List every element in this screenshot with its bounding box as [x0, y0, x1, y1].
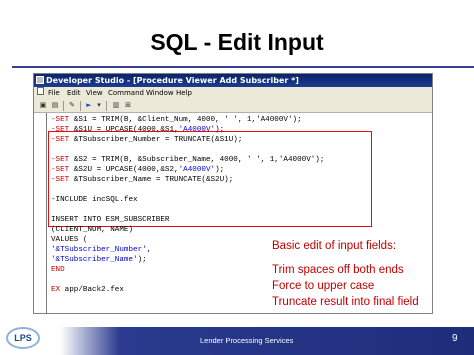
chevron-down-icon[interactable]: ▾	[94, 101, 104, 110]
code-text: app/Back2.fex	[60, 286, 124, 294]
annotation-heading: Basic edit of input fields:	[272, 240, 397, 252]
window-title: Developer Studio - [Procedure Viewer Add…	[46, 76, 299, 85]
code-line[interactable]: VALUES (	[51, 235, 87, 245]
developer-studio-window: Developer Studio - [Procedure Viewer Add…	[33, 73, 433, 314]
code-line[interactable]: -SET &S2 = TRIM(B, &Subscriber_Name, 400…	[51, 155, 324, 165]
code-keyword: -SET	[51, 156, 70, 164]
code-text: &S1 = TRIM(B, &Client_Num, 4000, ' ', 1,…	[69, 116, 302, 124]
code-text: );	[215, 166, 225, 174]
code-text: ,	[146, 246, 152, 254]
toolbar-separator	[106, 101, 107, 111]
code-string: '&TSubscriber_Name'	[51, 256, 138, 264]
menu-command[interactable]: Command	[108, 87, 144, 99]
code-keyword: -SET	[51, 116, 70, 124]
code-line[interactable]: -SET &TSubscriber_Number = TRUNCATE(&S1U…	[51, 135, 242, 145]
menu-view[interactable]: View	[86, 87, 103, 99]
code-line[interactable]: '&TSubscriber_Name');	[51, 255, 147, 265]
code-string: 'A4000V'	[178, 166, 216, 174]
toolbar-separator	[80, 101, 81, 111]
code-string: 'A4000V'	[178, 126, 216, 134]
slide-title: SQL - Edit Input	[150, 29, 324, 55]
menu-bar: File Edit View Command Window Help	[34, 87, 432, 99]
code-keyword: -SET	[51, 126, 70, 134]
code-keyword: -SET	[51, 136, 70, 144]
code-line[interactable]: -SET &S1 = TRIM(B, &Client_Num, 4000, ' …	[51, 115, 302, 125]
code-text: VALUES (	[51, 236, 88, 244]
code-text: -INCLUDE incSQL.fex	[51, 196, 138, 204]
code-text: END	[51, 266, 65, 274]
annotation-truncate: Truncate result into final field	[272, 296, 419, 308]
annotation-upcase: Force to upper case	[272, 280, 375, 292]
code-text: &S1U = UPCASE(4000,&S1,	[69, 126, 179, 134]
code-text: );	[215, 126, 225, 134]
code-line[interactable]: END	[51, 265, 65, 275]
editor-gutter	[46, 113, 47, 313]
annotation-trim: Trim spaces off both ends	[272, 264, 404, 276]
code-keyword: -SET	[51, 176, 70, 184]
document-icon	[37, 87, 44, 95]
page-number: 9	[452, 333, 458, 344]
logo-text: LPS	[14, 333, 32, 343]
code-text: (CLIENT_NUM, NAME)	[51, 226, 134, 234]
code-line[interactable]: EX app/Back2.fex	[51, 285, 124, 295]
lps-logo: LPS	[6, 327, 40, 349]
zoom-icon[interactable]: ⊞	[123, 101, 133, 110]
code-string: '&TSubscriber_Number'	[51, 246, 147, 254]
code-keyword: EX	[51, 286, 61, 294]
menu-file[interactable]: File	[48, 87, 60, 99]
code-line[interactable]: INSERT INTO ESM_SUBSCRIBER	[51, 215, 169, 225]
menu-edit[interactable]: Edit	[67, 87, 81, 99]
code-line[interactable]: -SET &S1U = UPCASE(4000,&S1,'A4000V');	[51, 125, 224, 135]
code-line[interactable]: '&TSubscriber_Number',	[51, 245, 151, 255]
menu-help[interactable]: Help	[176, 87, 192, 99]
code-text: );	[137, 256, 147, 264]
menu-window[interactable]: Window	[146, 87, 174, 99]
code-line[interactable]: -SET &S2U = UPCASE(4000,&S2,'A4000V');	[51, 165, 224, 175]
title-divider	[12, 66, 474, 68]
code-text: &TSubscriber_Name = TRUNCATE(&S2U);	[69, 176, 234, 184]
code-text: &S2 = TRIM(B, &Subscriber_Name, 4000, ' …	[69, 156, 325, 164]
save-icon[interactable]: ▣	[38, 101, 48, 110]
code-text: INSERT INTO ESM_SUBSCRIBER	[51, 216, 170, 224]
code-line[interactable]: (CLIENT_NUM, NAME)	[51, 225, 133, 235]
run-icon[interactable]: ►	[84, 101, 94, 110]
window-titlebar[interactable]: Developer Studio - [Procedure Viewer Add…	[34, 74, 432, 87]
code-text: &S2U = UPCASE(4000,&S2,	[69, 166, 179, 174]
debug-icon[interactable]: ✎	[67, 101, 77, 110]
toolbar-separator	[63, 101, 64, 111]
code-keyword: -SET	[51, 166, 70, 174]
app-icon	[36, 76, 44, 84]
footer-company: Lender Processing Services	[200, 336, 294, 345]
code-text: &TSubscriber_Number = TRUNCATE(&S1U);	[69, 136, 243, 144]
code-line[interactable]: -SET &TSubscriber_Name = TRUNCATE(&S2U);	[51, 175, 233, 185]
print-icon[interactable]: ▤	[50, 101, 60, 110]
viewer-icon[interactable]: ▥	[111, 101, 121, 110]
toolbar: ▣ ▤ ✎ ► ▾ ▥ ⊞	[34, 99, 432, 113]
code-line[interactable]: -INCLUDE incSQL.fex	[51, 195, 138, 205]
